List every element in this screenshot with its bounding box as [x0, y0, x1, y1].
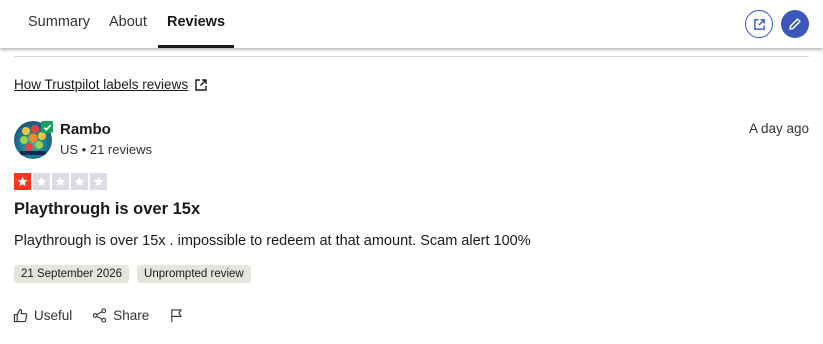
star-3	[52, 173, 69, 190]
external-link-icon	[753, 18, 765, 30]
share-label[interactable]: Share	[113, 308, 149, 323]
pencil-icon	[789, 18, 801, 30]
report-flag-button[interactable]	[169, 308, 184, 323]
star-5	[90, 173, 107, 190]
unprompted-review-tag[interactable]: Unprompted review	[137, 265, 251, 283]
tab-reviews[interactable]: Reviews	[158, 0, 234, 48]
share-icon	[93, 308, 107, 323]
reviewer-meta: US • 21 reviews	[60, 142, 152, 157]
labels-link-text[interactable]: How Trustpilot labels reviews	[14, 77, 188, 92]
review-actions: Useful Share	[13, 308, 204, 323]
check-badge-icon	[41, 121, 53, 133]
flag-icon	[171, 309, 183, 323]
star-rating	[14, 173, 107, 190]
reviewer-name[interactable]: Rambo	[60, 121, 111, 138]
review-body: Playthrough is over 15x . impossible to …	[14, 233, 531, 249]
review-tags: 21 September 2026 Unprompted review	[14, 265, 251, 283]
how-trustpilot-labels-reviews-link[interactable]: How Trustpilot labels reviews	[14, 77, 208, 92]
review-date: A day ago	[749, 121, 810, 136]
top-nav-bar: Summary About Reviews	[0, 0, 823, 48]
star-2	[33, 173, 50, 190]
share-button[interactable]: Share	[92, 308, 149, 323]
star-4	[71, 173, 88, 190]
external-link-icon	[195, 78, 207, 91]
star-1	[14, 173, 31, 190]
open-external-button[interactable]	[745, 10, 773, 38]
tab-about[interactable]: About	[109, 0, 147, 48]
date-of-experience-tag: 21 September 2026	[14, 265, 130, 283]
useful-label[interactable]: Useful	[34, 308, 72, 323]
tab-summary[interactable]: Summary	[28, 0, 90, 48]
write-review-button[interactable]	[781, 10, 809, 38]
thumbs-up-icon	[13, 308, 28, 323]
useful-button[interactable]: Useful	[13, 308, 72, 323]
divider	[14, 56, 809, 57]
review-title[interactable]: Playthrough is over 15x	[14, 200, 200, 219]
